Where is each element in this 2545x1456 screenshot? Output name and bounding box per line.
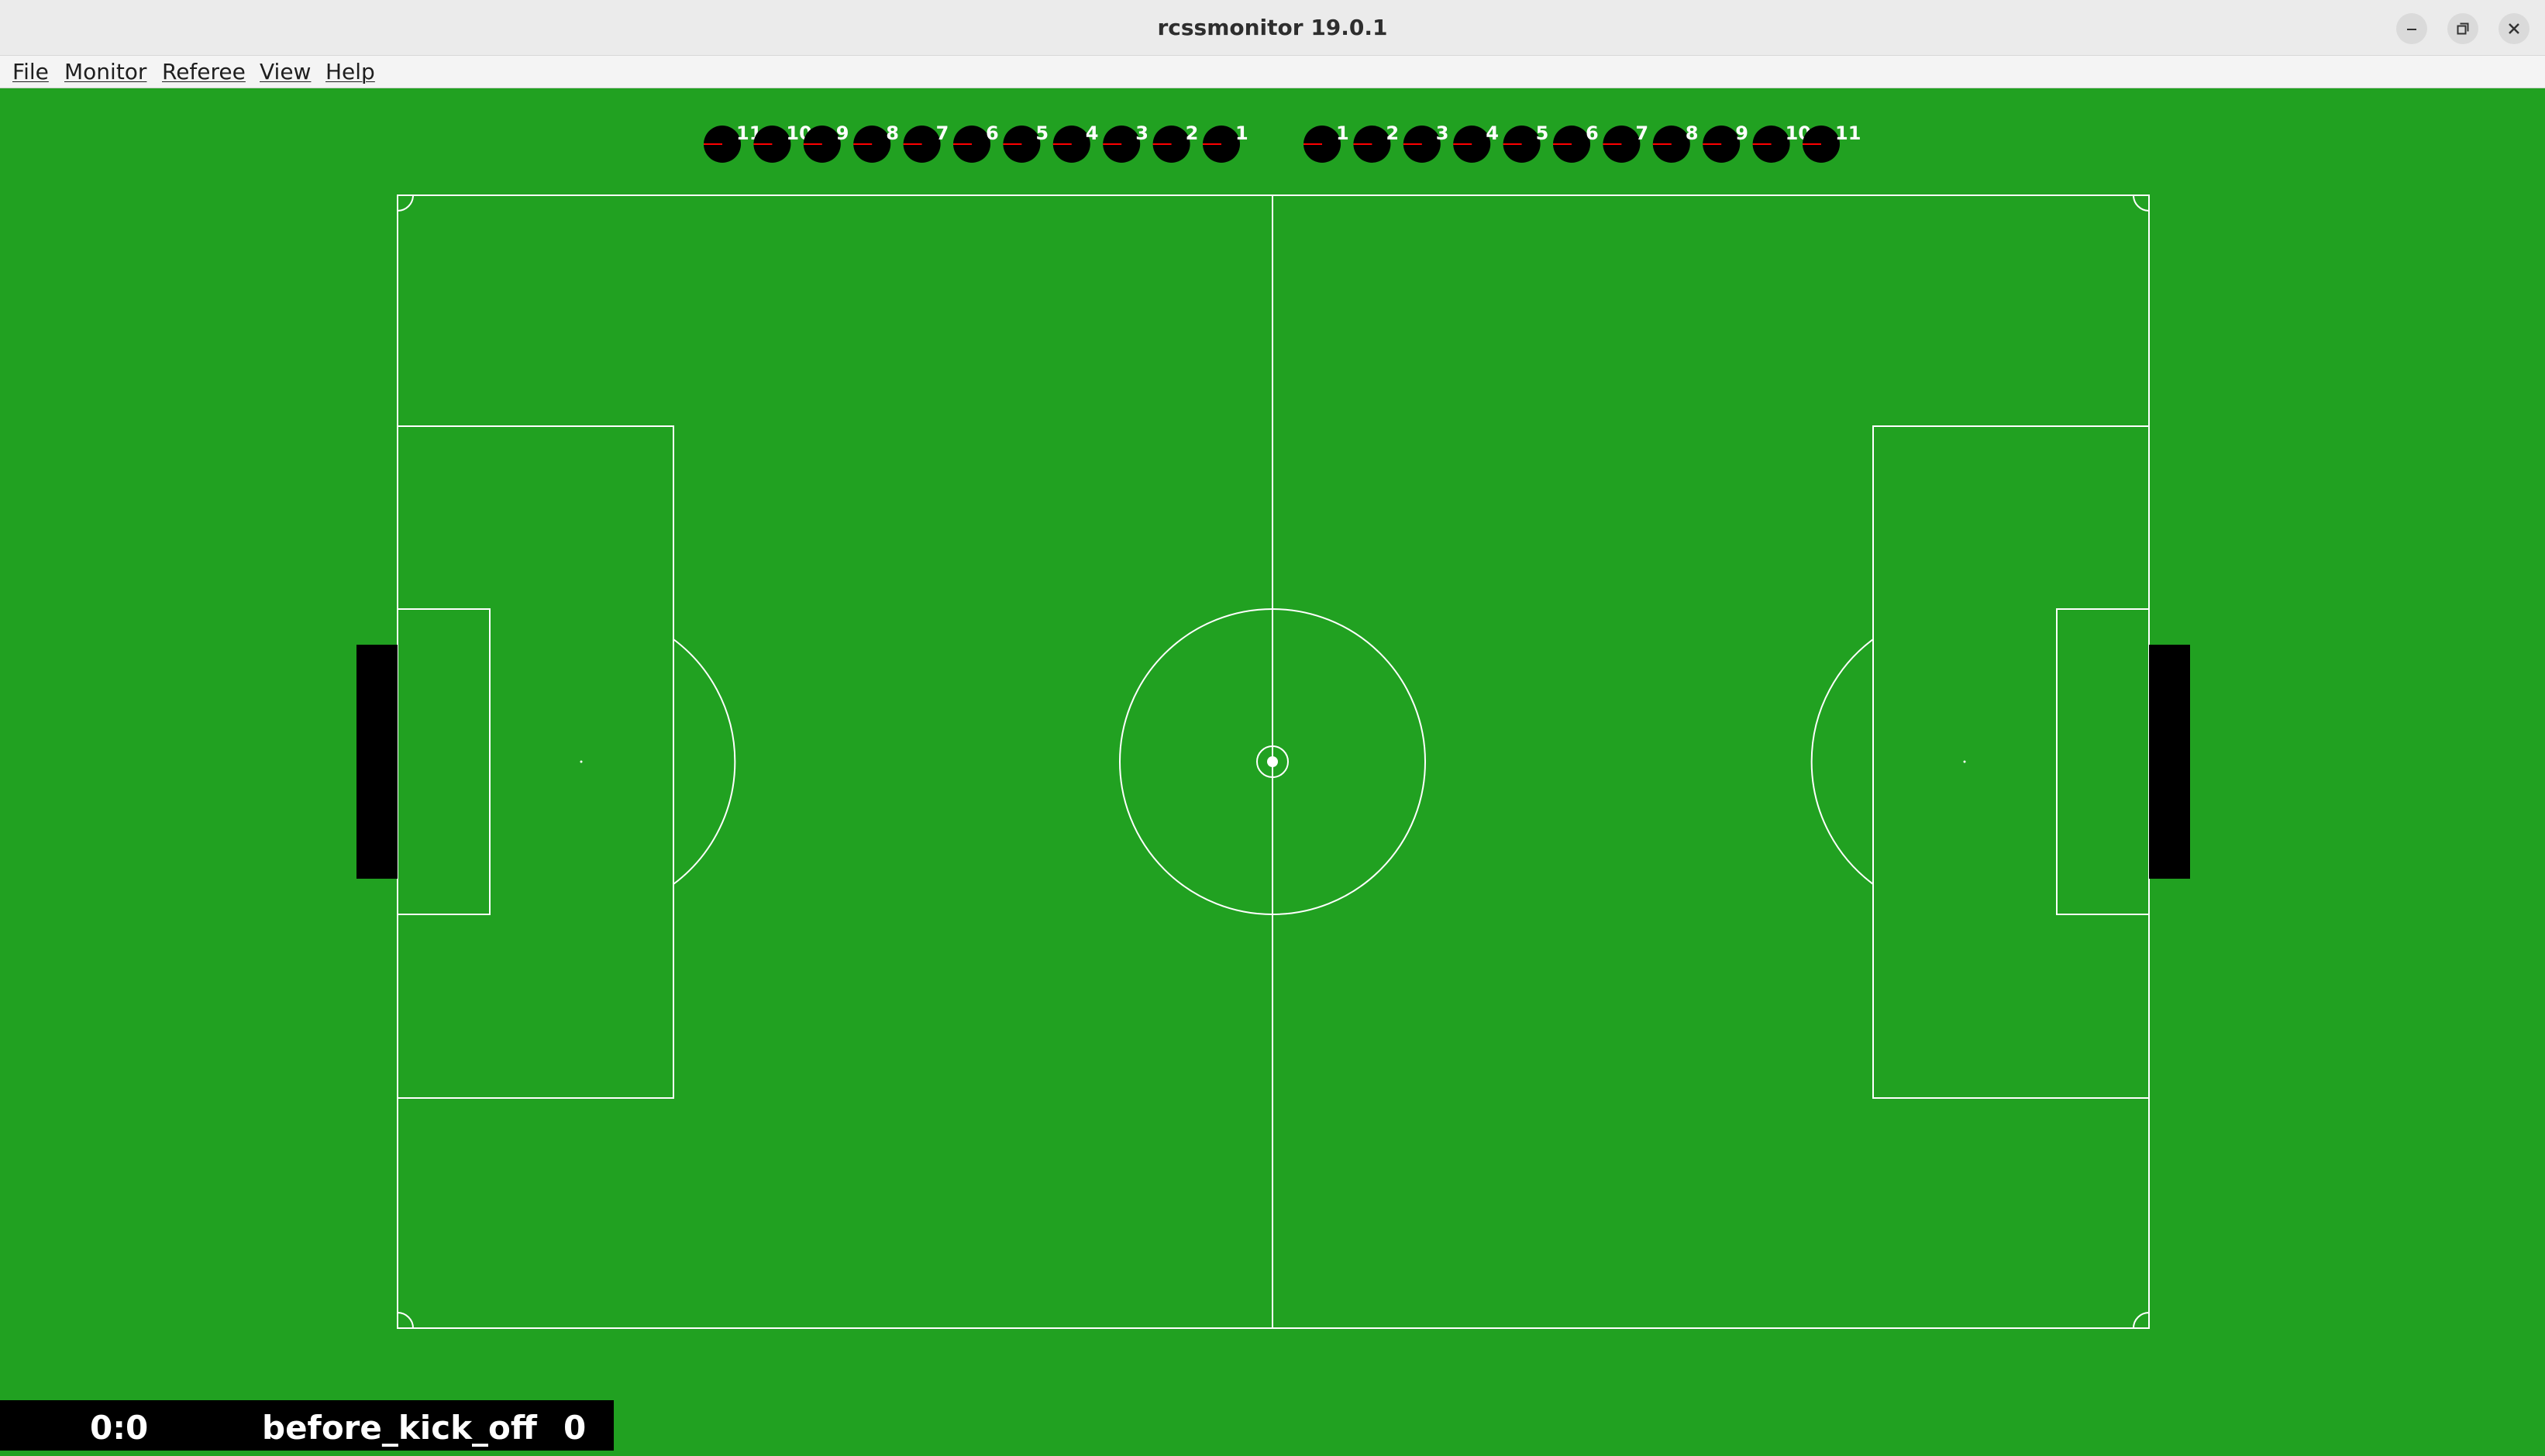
player-number: 8 [1686,122,1699,144]
play-mode: before_kick_off [262,1409,537,1447]
right-player-11[interactable]: 11 [1803,122,1861,163]
right-player-9[interactable]: 9 [1703,122,1748,163]
right-team-bench: 1 2 3 4 5 6 7 8 9 10 11 [1303,122,1861,163]
corner-arc-bottom-left [397,1312,414,1329]
left-player-7[interactable]: 7 [903,122,949,163]
player-number: 3 [1135,122,1149,144]
player-number: 9 [836,122,849,144]
left-player-4[interactable]: 4 [1052,122,1099,163]
left-player-8[interactable]: 8 [853,122,899,163]
player-number: 1 [1235,122,1248,144]
minimize-icon [2407,29,2416,30]
right-player-4[interactable]: 4 [1453,122,1499,163]
left-player-3[interactable]: 3 [1103,122,1149,163]
left-penalty-arc [673,639,736,885]
game-time: 0 [563,1409,587,1447]
left-penalty-area [397,425,674,1099]
player-number: 1 [1336,122,1349,144]
player-number: 8 [886,122,899,144]
player-number: 3 [1436,122,1449,144]
right-player-7[interactable]: 7 [1603,122,1648,163]
right-penalty-arc [1810,639,1874,885]
menu-file[interactable]: File [12,56,49,88]
right-goal [2149,645,2190,879]
score: 0:0 [90,1409,149,1447]
player-number: 7 [936,122,949,144]
menu-help[interactable]: Help [325,56,375,88]
left-penalty-spot [580,760,583,763]
left-player-11[interactable]: 11 [704,122,762,163]
close-icon [2509,23,2519,34]
window-title: rcssmonitor 19.0.1 [1157,15,1388,40]
player-number: 4 [1486,122,1499,144]
field-canvas[interactable]: 11 10 9 8 7 6 5 4 3 2 1 1 2 3 4 5 6 7 8 9 10 11 [0,88,2545,1451]
player-number: 5 [1536,122,1549,144]
minimize-button[interactable] [2396,13,2427,44]
left-player-10[interactable]: 10 [753,122,812,163]
corner-arc-bottom-right [2133,1312,2150,1329]
player-number: 4 [1086,122,1099,144]
left-goal [356,645,398,879]
maximize-button[interactable] [2447,13,2478,44]
right-player-8[interactable]: 8 [1652,122,1699,163]
left-player-1[interactable]: 1 [1203,122,1248,163]
right-player-6[interactable]: 6 [1553,122,1599,163]
right-penalty-spot [1963,760,1966,763]
player-number: 5 [1035,122,1049,144]
right-player-5[interactable]: 5 [1503,122,1549,163]
right-penalty-area [1872,425,2150,1099]
corner-arc-top-left [397,194,414,212]
player-number: 2 [1186,122,1199,144]
player-number: 6 [986,122,999,144]
corner-arc-top-right [2133,194,2150,212]
soccer-field: 11 10 9 8 7 6 5 4 3 2 1 1 2 3 4 5 6 7 8 9 10 11 [356,122,2190,1329]
left-player-6[interactable]: 6 [953,122,999,163]
left-goal-area [397,608,491,915]
right-player-2[interactable]: 2 [1353,122,1399,163]
right-player-1[interactable]: 1 [1303,122,1349,163]
menu-bar: File Monitor Referee View Help [0,56,2545,88]
title-bar: rcssmonitor 19.0.1 [0,0,2545,56]
left-team-bench: 11 10 9 8 7 6 5 4 3 2 1 [704,122,1248,163]
right-player-3[interactable]: 3 [1403,122,1449,163]
close-button[interactable] [2499,13,2530,44]
player-number: 9 [1735,122,1748,144]
menu-referee[interactable]: Referee [162,56,246,88]
player-number: 7 [1635,122,1648,144]
left-player-5[interactable]: 5 [1003,122,1049,163]
player-number: 11 [1835,122,1861,144]
menu-monitor[interactable]: Monitor [64,56,146,88]
maximize-icon [2457,22,2469,35]
player-number: 6 [1586,122,1599,144]
status-bar: 0:0 before_kick_off 0 [0,1400,614,1451]
player-number: 2 [1386,122,1399,144]
menu-view[interactable]: View [260,56,311,88]
ball[interactable] [1267,756,1278,767]
right-goal-area [2056,608,2150,915]
right-player-10[interactable]: 10 [1752,122,1811,163]
left-player-2[interactable]: 2 [1152,122,1199,163]
